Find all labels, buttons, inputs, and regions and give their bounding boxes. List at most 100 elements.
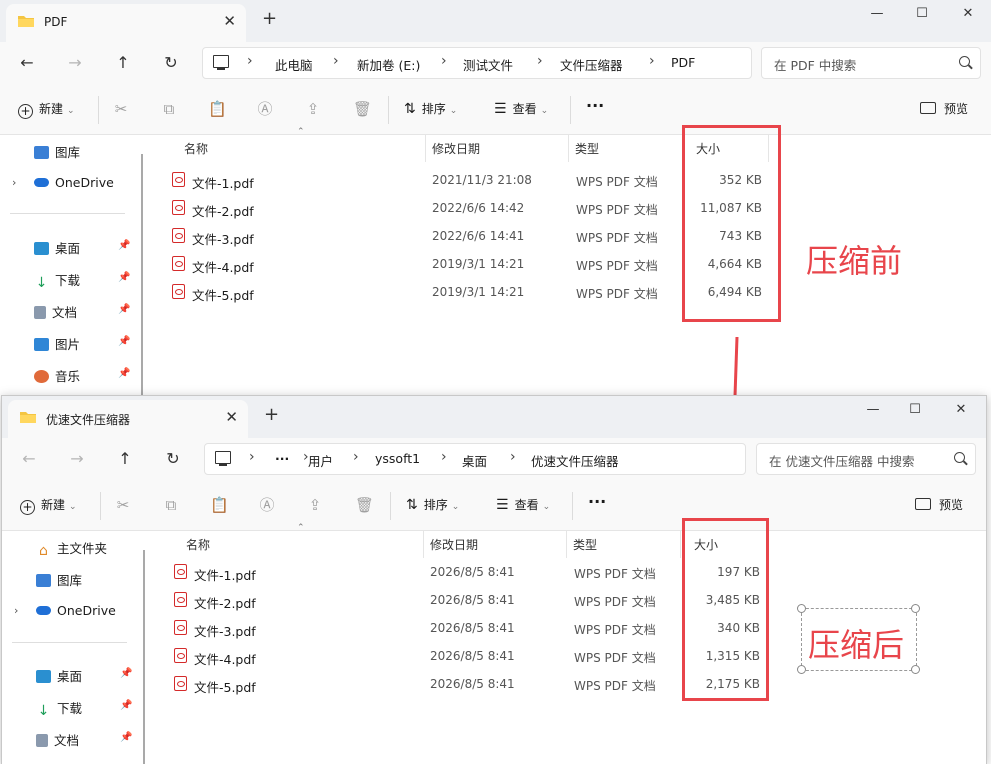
address-bar[interactable]: › ··· › 用户 › yssoft1 › 桌面 › 优速文件压缩器: [204, 443, 746, 475]
resize-handle[interactable]: [911, 604, 920, 613]
new-button[interactable]: + 新建 ⌄: [18, 100, 75, 119]
more-options-button[interactable]: ···: [588, 492, 606, 511]
rename-icon[interactable]: Ⓐ: [256, 100, 274, 118]
column-divider[interactable]: [425, 134, 426, 162]
close-tab-icon[interactable]: ✕: [223, 12, 236, 30]
column-header-name[interactable]: 名称: [184, 140, 208, 157]
sidebar-item-gallery[interactable]: 图库: [34, 142, 80, 161]
copy-icon[interactable]: ⧉: [160, 100, 178, 118]
breadcrumb-volume[interactable]: 新加卷 (E:): [357, 55, 420, 74]
refresh-button[interactable]: ↻: [160, 52, 182, 74]
rename-icon[interactable]: Ⓐ: [258, 496, 276, 514]
sidebar-item-downloads[interactable]: ↓ 下载: [36, 698, 82, 718]
pin-icon[interactable]: 📌: [120, 700, 132, 711]
sidebar-item-onedrive[interactable]: OneDrive: [36, 603, 116, 618]
pin-icon[interactable]: 📌: [118, 304, 130, 315]
refresh-button[interactable]: ↻: [162, 448, 184, 470]
view-button[interactable]: ☰ 查看 ⌄: [496, 496, 550, 513]
close-window-button[interactable]: ✕: [953, 6, 983, 26]
pin-icon[interactable]: 📌: [118, 368, 130, 379]
sidebar-item-documents[interactable]: 文档: [36, 730, 79, 749]
pin-icon[interactable]: 📌: [118, 272, 130, 283]
new-tab-button[interactable]: +: [262, 8, 277, 29]
breadcrumb-user[interactable]: yssoft1: [375, 451, 420, 466]
column-header-date[interactable]: 修改日期: [432, 140, 480, 157]
new-tab-button[interactable]: +: [264, 404, 279, 425]
breadcrumb-desktop[interactable]: 桌面: [462, 451, 487, 470]
column-header-date[interactable]: 修改日期: [430, 536, 478, 553]
expand-chevron-icon[interactable]: ›: [12, 176, 16, 189]
paste-icon[interactable]: 📋: [208, 100, 227, 118]
preview-button[interactable]: 预览: [915, 496, 963, 513]
paste-icon[interactable]: 📋: [210, 496, 229, 514]
search-input[interactable]: 在 PDF 中搜索: [761, 47, 981, 79]
preview-button[interactable]: 预览: [920, 100, 968, 117]
tab-pdf[interactable]: PDF ✕: [6, 4, 246, 42]
pin-icon[interactable]: 📌: [118, 336, 130, 347]
resize-handle[interactable]: [797, 665, 806, 674]
sidebar-item-pictures[interactable]: 图片: [34, 334, 80, 353]
sidebar-item-desktop[interactable]: 桌面: [34, 238, 80, 257]
view-icon: ☰: [496, 497, 509, 513]
sidebar-item-desktop[interactable]: 桌面: [36, 666, 82, 685]
column-header-type[interactable]: 类型: [575, 140, 599, 157]
forward-button[interactable]: →: [66, 448, 88, 470]
column-divider[interactable]: [680, 530, 681, 558]
back-button[interactable]: ←: [18, 448, 40, 470]
cut-icon[interactable]: ✂: [112, 100, 130, 118]
cut-icon[interactable]: ✂: [114, 496, 132, 514]
sidebar-item-home[interactable]: ⌂ 主文件夹: [36, 538, 107, 558]
maximize-button[interactable]: ☐: [900, 402, 930, 422]
copy-icon[interactable]: ⧉: [162, 496, 180, 514]
breadcrumb-pdf[interactable]: PDF: [671, 55, 695, 70]
pin-icon[interactable]: 📌: [120, 732, 132, 743]
minimize-button[interactable]: —: [862, 6, 892, 26]
close-tab-icon[interactable]: ✕: [225, 408, 238, 426]
search-input[interactable]: 在 优速文件压缩器 中搜索: [756, 443, 976, 475]
tab-compressor[interactable]: 优速文件压缩器 ✕: [8, 400, 248, 438]
column-header-name[interactable]: 名称: [186, 536, 210, 553]
up-button[interactable]: ↑: [112, 52, 134, 74]
share-icon[interactable]: ⇪: [306, 496, 324, 514]
file-type: WPS PDF 文档: [574, 567, 656, 581]
maximize-button[interactable]: ☐: [907, 6, 937, 26]
minimize-button[interactable]: —: [858, 402, 888, 422]
address-bar[interactable]: › 此电脑 › 新加卷 (E:) › 测试文件 › 文件压缩器 › PDF: [202, 47, 752, 79]
up-button[interactable]: ↑: [114, 448, 136, 470]
forward-button[interactable]: →: [64, 52, 86, 74]
pin-icon[interactable]: 📌: [120, 668, 132, 679]
breadcrumb-users[interactable]: 用户: [308, 451, 333, 470]
breadcrumb-overflow[interactable]: ···: [275, 451, 289, 466]
expand-chevron-icon[interactable]: ›: [14, 604, 18, 617]
sidebar-item-downloads[interactable]: ↓ 下载: [34, 270, 80, 290]
breadcrumb-compressor[interactable]: 优速文件压缩器: [531, 451, 619, 470]
delete-icon[interactable]: 🗑: [355, 496, 374, 514]
back-button[interactable]: ←: [16, 52, 38, 74]
delete-icon[interactable]: 🗑: [353, 100, 372, 118]
sort-button[interactable]: ⇅ 排序 ⌄: [404, 100, 457, 117]
sort-button[interactable]: ⇅ 排序 ⌄: [406, 496, 459, 513]
breadcrumb-compressor[interactable]: 文件压缩器: [560, 55, 623, 74]
column-divider[interactable]: [568, 134, 569, 162]
breadcrumb-this-pc[interactable]: 此电脑: [275, 55, 313, 74]
file-name: 文件-2.pdf: [192, 204, 254, 219]
sidebar-item-documents[interactable]: 文档: [34, 302, 77, 321]
column-header-type[interactable]: 类型: [573, 536, 597, 553]
pin-icon[interactable]: 📌: [118, 240, 130, 251]
more-options-button[interactable]: ···: [586, 96, 604, 115]
share-icon[interactable]: ⇪: [304, 100, 322, 118]
sidebar-item-gallery[interactable]: 图库: [36, 570, 82, 589]
sidebar-item-music[interactable]: 音乐: [34, 366, 80, 385]
view-button[interactable]: ☰ 查看 ⌄: [494, 100, 548, 117]
breadcrumb-test-files[interactable]: 测试文件: [463, 55, 513, 74]
preview-pane-icon: [920, 102, 936, 114]
close-window-button[interactable]: ✕: [946, 402, 976, 422]
sidebar-scrollbar[interactable]: [143, 550, 145, 764]
resize-handle[interactable]: [911, 665, 920, 674]
column-divider[interactable]: [423, 530, 424, 558]
resize-handle[interactable]: [797, 604, 806, 613]
column-divider[interactable]: [566, 530, 567, 558]
new-button[interactable]: + 新建 ⌄: [20, 496, 77, 515]
navigation-bar: ← → ↑ ↻ › ··· › 用户 › yssoft1 › 桌面 › 优速文件…: [2, 438, 986, 482]
sidebar-item-onedrive[interactable]: OneDrive: [34, 175, 114, 190]
